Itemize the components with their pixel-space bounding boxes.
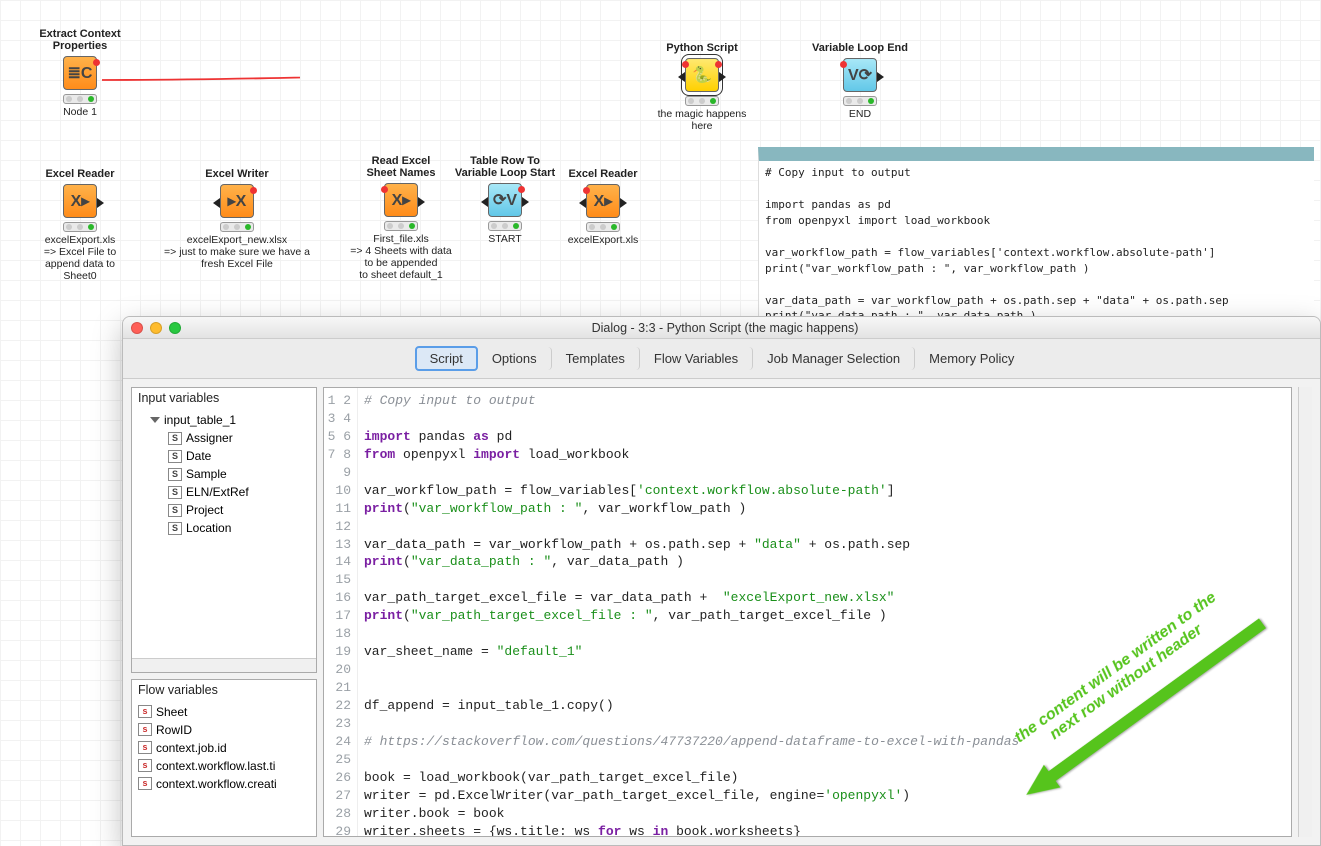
node-icon: ▸X xyxy=(220,184,254,218)
node-icon: X▸ xyxy=(586,184,620,218)
node-title: Excel Reader xyxy=(528,168,678,180)
node-icon: ⟳V xyxy=(488,183,522,217)
python-script-dialog[interactable]: Dialog - 3:3 - Python Script (the magic … xyxy=(122,316,1321,846)
node-sub: Node 1 xyxy=(5,106,155,118)
tree-item[interactable]: Project xyxy=(138,501,312,519)
line-gutter: 1 2 3 4 5 6 7 8 9 10 11 12 13 14 15 16 1… xyxy=(324,388,358,836)
code-pane[interactable]: # Copy input to output import pandas as … xyxy=(358,388,1291,836)
tree-item[interactable]: Location xyxy=(138,519,312,537)
tab-script[interactable]: Script xyxy=(415,346,478,371)
node-sub: the magic happenshere xyxy=(627,108,777,132)
type-badge-icon: s xyxy=(138,759,152,772)
disclosure-icon[interactable] xyxy=(150,417,160,423)
node-title: Extract ContextProperties xyxy=(5,28,155,52)
tree-item[interactable]: ELN/ExtRef xyxy=(138,483,312,501)
type-badge-icon: s xyxy=(138,777,152,790)
tree-item[interactable]: s context.workflow.creati xyxy=(138,775,312,793)
tree-item[interactable]: s context.workflow.last.ti xyxy=(138,757,312,775)
traffic-light xyxy=(63,222,97,232)
dialog-body: Input variables input_table_1 AssignerDa… xyxy=(123,379,1320,845)
traffic-light xyxy=(63,94,97,104)
node-icon: V⟳ xyxy=(843,58,877,92)
panel-title: Flow variables xyxy=(132,680,316,701)
tree-item-label: Assigner xyxy=(186,429,233,447)
node-title: Python Script xyxy=(627,42,777,54)
node-icon: 🐍 xyxy=(685,58,719,92)
type-badge-icon xyxy=(168,504,182,517)
type-badge-icon xyxy=(168,432,182,445)
tree-item-label: Sheet xyxy=(156,703,187,721)
tree-item[interactable]: Sample xyxy=(138,465,312,483)
side-column: Input variables input_table_1 AssignerDa… xyxy=(131,387,317,837)
traffic-light xyxy=(685,96,719,106)
node-excel-writer[interactable]: Excel Writer ▸X excelExport_new.xlsx=> j… xyxy=(162,168,312,270)
node-icon: X▸ xyxy=(63,184,97,218)
type-badge-icon: s xyxy=(138,705,152,718)
input-tree[interactable]: input_table_1 AssignerDateSampleELN/ExtR… xyxy=(132,409,316,658)
tree-item[interactable]: s Sheet xyxy=(138,703,312,721)
tab-job-manager[interactable]: Job Manager Selection xyxy=(753,347,915,370)
tree-item[interactable]: s RowID xyxy=(138,721,312,739)
flow-tree[interactable]: sSheetsRowIDscontext.job.idscontext.work… xyxy=(132,701,316,836)
panel-title: Input variables xyxy=(132,388,316,409)
dialog-titlebar[interactable]: Dialog - 3:3 - Python Script (the magic … xyxy=(123,317,1320,339)
dialog-title: Dialog - 3:3 - Python Script (the magic … xyxy=(138,321,1312,335)
node-tooltip-code: # Copy input to outputimport pandas as p… xyxy=(758,147,1314,317)
node-sub: excelExport_new.xlsx=> just to make sure… xyxy=(162,234,312,270)
tree-item[interactable]: Date xyxy=(138,447,312,465)
tree-root-label: input_table_1 xyxy=(164,411,236,429)
tree-item-label: Location xyxy=(186,519,231,537)
input-variables-panel: Input variables input_table_1 AssignerDa… xyxy=(131,387,317,673)
flow-variables-panel: Flow variables sSheetsRowIDscontext.job.… xyxy=(131,679,317,837)
tree-item-label: Sample xyxy=(186,465,227,483)
traffic-light xyxy=(586,222,620,232)
tab-templates[interactable]: Templates xyxy=(552,347,640,370)
traffic-light xyxy=(843,96,877,106)
tree-item-label: context.job.id xyxy=(156,739,227,757)
type-badge-icon xyxy=(168,450,182,463)
tree-item-label: Project xyxy=(186,501,223,519)
node-sub: excelExport.xls=> Excel File toappend da… xyxy=(5,234,155,282)
tooltip-text: # Copy input to outputimport pandas as p… xyxy=(765,165,1308,317)
code-editor[interactable]: 1 2 3 4 5 6 7 8 9 10 11 12 13 14 15 16 1… xyxy=(323,387,1292,837)
dialog-tabs: Script Options Templates Flow Variables … xyxy=(123,339,1320,379)
node-extract-context[interactable]: Extract ContextProperties ≣C Node 1 xyxy=(5,28,155,118)
tab-memory-policy[interactable]: Memory Policy xyxy=(915,347,1028,370)
node-icon: X▸ xyxy=(384,183,418,217)
v-scrollbar[interactable] xyxy=(1298,387,1312,837)
tab-flow-variables[interactable]: Flow Variables xyxy=(640,347,753,370)
node-excel-reader-1[interactable]: Excel Reader X▸ excelExport.xls=> Excel … xyxy=(5,168,155,282)
tree-item-label: Date xyxy=(186,447,211,465)
type-badge-icon: s xyxy=(138,723,152,736)
node-excel-reader-2[interactable]: Excel Reader X▸ excelExport.xls xyxy=(528,168,678,246)
type-badge-icon xyxy=(168,486,182,499)
tree-item-label: context.workflow.creati xyxy=(156,775,277,793)
tree-item-label: context.workflow.last.ti xyxy=(156,757,275,775)
type-badge-icon xyxy=(168,522,182,535)
h-scrollbar[interactable] xyxy=(132,658,316,672)
tree-item[interactable]: Assigner xyxy=(138,429,312,447)
node-title: Excel Reader xyxy=(5,168,155,180)
type-badge-icon xyxy=(168,468,182,481)
traffic-light xyxy=(384,221,418,231)
tree-item[interactable]: s context.job.id xyxy=(138,739,312,757)
tree-root[interactable]: input_table_1 xyxy=(138,411,312,429)
tree-item-label: RowID xyxy=(156,721,192,739)
node-sub: END xyxy=(785,108,935,120)
type-badge-icon: s xyxy=(138,741,152,754)
node-python-script[interactable]: Python Script 🐍 the magic happenshere xyxy=(627,42,777,132)
node-sub: excelExport.xls xyxy=(528,234,678,246)
node-title: Variable Loop End xyxy=(785,42,935,54)
traffic-light xyxy=(488,221,522,231)
tab-options[interactable]: Options xyxy=(478,347,552,370)
tree-item-label: ELN/ExtRef xyxy=(186,483,249,501)
node-loop-end[interactable]: Variable Loop End V⟳ END xyxy=(785,42,935,120)
node-icon: ≣C xyxy=(63,56,97,90)
traffic-light xyxy=(220,222,254,232)
node-title: Excel Writer xyxy=(162,168,312,180)
